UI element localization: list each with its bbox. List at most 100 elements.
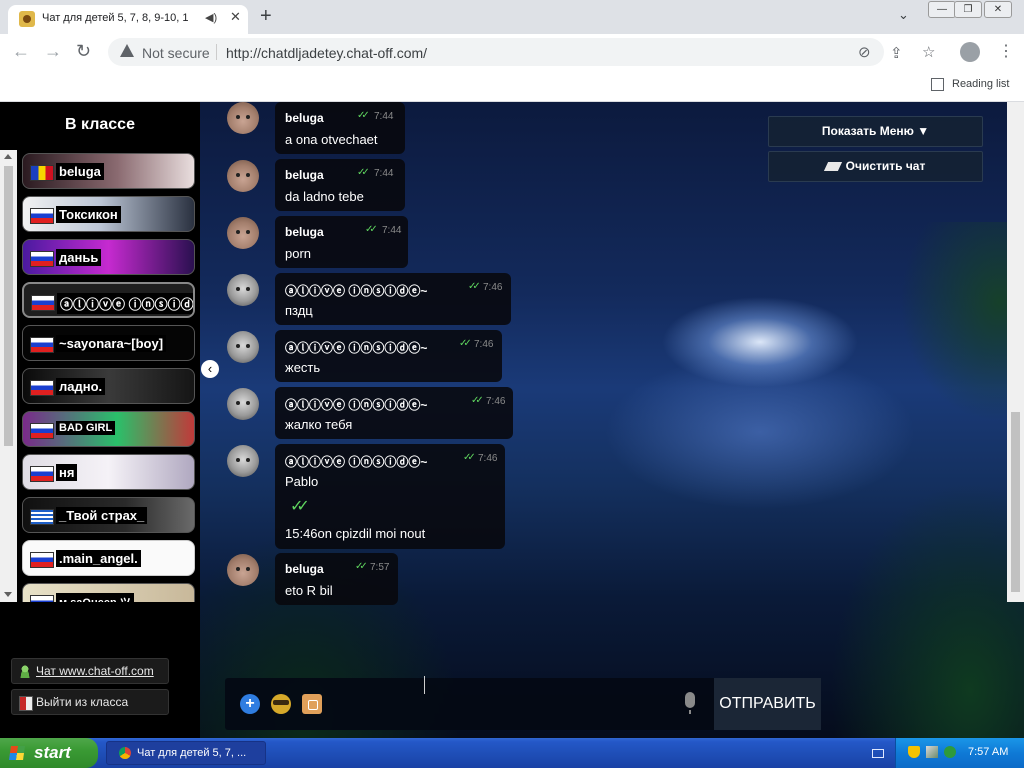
security-shield-icon[interactable] [908, 746, 920, 758]
user-card[interactable]: ~sayonara~[boy] [22, 325, 195, 361]
flag-russia-icon [30, 251, 54, 267]
update-icon[interactable] [944, 746, 956, 758]
user-avatar[interactable] [227, 331, 259, 363]
user-list[interactable]: beluga Токсикон даньь ⓐⓛⓘⓥⓔ ⓘⓝⓢⓘⓓ ~sayon… [0, 150, 200, 602]
chat-message: ⓐⓛⓘⓥⓔ ⓘⓝⓢⓘⓓⓔ~ ✓✓ 7:46 жалко тебя [275, 387, 513, 439]
taskbar-item-chrome[interactable]: Чат для детей 5, 7, ... [106, 741, 266, 765]
show-menu-button[interactable]: Показать Меню ▼ [768, 116, 983, 147]
user-name: Токсикон [56, 206, 121, 223]
user-avatar[interactable] [227, 554, 259, 586]
emoji-icon[interactable] [271, 694, 291, 714]
close-tab-icon[interactable]: ✕ [230, 9, 241, 25]
flag-russia-icon [30, 466, 54, 482]
user-avatar[interactable] [227, 217, 259, 249]
user-name: beluga [56, 163, 104, 180]
scroll-down-icon[interactable] [4, 592, 12, 597]
profile-avatar-icon[interactable] [960, 42, 980, 62]
plus-icon[interactable]: + [240, 694, 260, 714]
star-icon[interactable]: ☆ [922, 43, 935, 61]
page-scroll-thumb[interactable] [1011, 412, 1020, 592]
keyboard-icon[interactable] [872, 749, 884, 758]
microphone-icon[interactable] [685, 692, 695, 714]
message-sender[interactable]: ⓐⓛⓘⓥⓔ ⓘⓝⓢⓘⓓⓔ~ [285, 396, 427, 413]
message-time: 7:46 [478, 453, 498, 464]
message-sender[interactable]: ⓐⓛⓘⓥⓔ ⓘⓝⓢⓘⓓⓔ~ [285, 453, 427, 470]
class-sidebar: В классе beluga Токсикон даньь ⓐⓛⓘⓥⓔ ⓘⓝⓢ… [0, 102, 200, 738]
message-sender[interactable]: beluga [285, 562, 324, 576]
chat-site-link[interactable]: Чат www.chat-off.com [11, 658, 169, 684]
user-avatar[interactable] [227, 160, 259, 192]
user-card[interactable]: ня [22, 454, 195, 490]
chat-site-link-label[interactable]: Чат www.chat-off.com [36, 664, 154, 678]
message-sender[interactable]: ⓐⓛⓘⓥⓔ ⓘⓝⓢⓘⓓⓔ~ [285, 282, 427, 299]
message-sender[interactable]: beluga [285, 111, 324, 125]
network-icon[interactable] [926, 746, 938, 758]
speaker-icon[interactable]: ◀) [205, 11, 217, 24]
user-card[interactable]: ладно. [22, 368, 195, 404]
not-secure-label[interactable]: Not secure [142, 45, 210, 61]
user-card[interactable]: ⓐⓛⓘⓥⓔ ⓘⓝⓢⓘⓓ [22, 282, 195, 318]
forward-arrow-icon[interactable]: → [44, 41, 62, 61]
user-card[interactable]: Токсикон [22, 196, 195, 232]
reload-icon[interactable]: ↻ [76, 41, 91, 61]
eye-slash-icon[interactable]: ⊘ [858, 43, 871, 61]
share-icon[interactable]: ⇪ [890, 44, 903, 62]
user-card[interactable]: _Твой страх_ [22, 497, 195, 533]
minimize-icon[interactable]: — [928, 1, 956, 18]
message-text: жалко тебя [285, 417, 353, 432]
user-name: ня [56, 464, 78, 481]
restore-icon[interactable]: ❐ [954, 1, 982, 18]
scroll-up-icon[interactable] [4, 154, 12, 159]
exit-door-icon [19, 696, 33, 711]
read-check-icon: ✓✓ [463, 452, 476, 463]
user-card[interactable]: BAD GIRL [22, 411, 195, 447]
background-foliage [830, 482, 1024, 738]
start-button[interactable]: start [0, 738, 98, 768]
address-bar[interactable]: Not secure http://chatdljadetey.chat-off… [108, 38, 884, 66]
close-window-icon[interactable]: ✕ [984, 1, 1012, 18]
page-scrollbar[interactable] [1007, 102, 1024, 602]
chat-message: beluga ✓✓ 7:44 da ladno tebe [275, 159, 405, 211]
send-button[interactable]: ОТПРАВИТЬ [714, 678, 821, 730]
user-card[interactable]: м saQueen ツ [22, 583, 195, 602]
message-time: 7:46 [486, 396, 506, 407]
user-card[interactable]: .main_angel. [22, 540, 195, 576]
reading-list-icon[interactable] [931, 78, 944, 91]
collapse-sidebar-icon[interactable]: ‹ [201, 360, 219, 378]
message-time: 7:44 [374, 168, 394, 179]
user-avatar[interactable] [227, 445, 259, 477]
windows-logo-icon [9, 746, 25, 760]
clock[interactable]: 7:57 AM [968, 746, 1008, 758]
exit-class-label[interactable]: Выйти из класса [36, 695, 128, 709]
back-arrow-icon[interactable]: ← [12, 41, 30, 61]
gift-icon[interactable] [302, 694, 322, 714]
more-menu-icon[interactable]: ⋮ [998, 41, 1014, 61]
user-avatar[interactable] [227, 102, 259, 134]
user-name: даньь [56, 249, 102, 266]
flag-greece-icon [30, 509, 54, 525]
message-time: 7:46 [483, 282, 503, 293]
taskbar-item-label: Чат для детей 5, 7, ... [137, 747, 247, 759]
reading-list-button[interactable]: Reading list [952, 78, 1009, 90]
user-card[interactable]: beluga [22, 153, 195, 189]
read-check-icon: ✓✓ [468, 281, 481, 292]
chevron-down-icon[interactable]: ⌄ [898, 7, 909, 23]
user-list-scrollbar[interactable] [0, 150, 17, 602]
user-card[interactable]: даньь [22, 239, 195, 275]
message-sender[interactable]: beluga [285, 168, 324, 182]
message-sender[interactable]: ⓐⓛⓘⓥⓔ ⓘⓝⓢⓘⓓⓔ~ [285, 339, 427, 356]
scroll-thumb[interactable] [4, 166, 13, 446]
warning-icon[interactable] [120, 44, 134, 57]
new-tab-icon[interactable]: + [260, 4, 272, 28]
user-avatar[interactable] [227, 388, 259, 420]
user-avatar[interactable] [227, 274, 259, 306]
message-time: 7:44 [374, 111, 394, 122]
tab-title: Чат для детей 5, 7, 8, 9-10, 1 [42, 12, 189, 24]
message-time: 7:46 [474, 339, 494, 350]
url-text[interactable]: http://chatdljadetey.chat-off.com/ [226, 45, 427, 61]
flag-russia-icon [31, 295, 55, 311]
browser-tab[interactable]: Чат для детей 5, 7, 8, 9-10, 1 ◀) ✕ [8, 5, 248, 34]
clear-chat-button[interactable]: Очистить чат [768, 151, 983, 182]
message-sender[interactable]: beluga [285, 225, 324, 239]
exit-class-button[interactable]: Выйти из класса [11, 689, 169, 715]
